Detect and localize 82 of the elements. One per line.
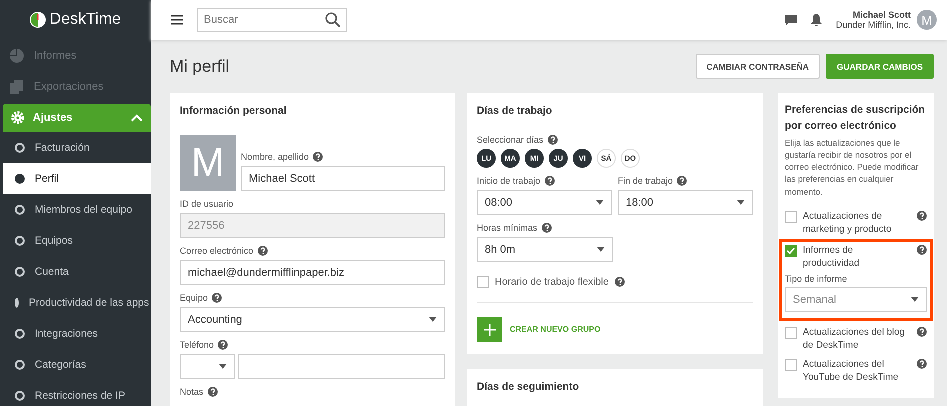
search-icon: [325, 12, 341, 28]
sidebar-item[interactable]: Miembros del equipo: [3, 194, 151, 225]
checkbox-label: Informes de productividad: [803, 244, 861, 270]
field-label: ID de usuario: [180, 199, 234, 209]
help-icon[interactable]: [313, 152, 324, 162]
field-label: Notas: [180, 387, 204, 397]
start-time-dropdown[interactable]: 08:00: [477, 190, 612, 215]
plus-icon: [484, 324, 496, 336]
clock-logo-icon: [30, 12, 46, 28]
help-icon[interactable]: [208, 387, 218, 397]
caret-icon: [219, 364, 227, 369]
caret-icon: [596, 200, 604, 205]
sidebar-item[interactable]: Productividad de las apps: [3, 287, 151, 318]
description-text: Elija las actualizaciones que le gustaría recibir de nosotros por el correo electrónico. Puede modificar las preferencias en cualquier momento.: [785, 136, 920, 198]
field-label: Inicio de trabajo: [477, 176, 541, 186]
sidebar-item[interactable]: Perfil: [3, 163, 151, 194]
gear-icon: [11, 111, 25, 125]
field-label: Equipo: [180, 293, 208, 303]
help-icon[interactable]: [917, 327, 927, 338]
checkbox[interactable]: [785, 244, 797, 257]
pie-chart-icon: [10, 48, 24, 62]
field-label: Correo electrónico: [180, 246, 254, 256]
end-time-dropdown[interactable]: 18:00: [618, 190, 753, 215]
sidebar-item[interactable]: Restricciones de IP: [3, 380, 151, 406]
name-field[interactable]: Michael Scott: [241, 166, 445, 191]
menu-icon[interactable]: [171, 15, 183, 25]
caret-icon: [737, 200, 745, 205]
user-id-field: 227556: [180, 213, 445, 238]
help-icon[interactable]: [218, 340, 228, 350]
field-label: Teléfono: [180, 340, 214, 350]
help-icon[interactable]: [917, 244, 927, 255]
report-type-dropdown[interactable]: Semanal: [785, 287, 927, 312]
search-field[interactable]: Buscar: [197, 8, 347, 32]
card-title: Días de trabajo: [477, 105, 554, 117]
caret-icon: [597, 247, 605, 252]
field-label: Horas mínimas: [477, 223, 538, 233]
help-icon[interactable]: [548, 135, 558, 145]
documents-icon: [10, 80, 24, 94]
chevron-icon: [131, 114, 143, 122]
bell-icon[interactable]: [811, 14, 822, 26]
checkbox[interactable]: [477, 276, 489, 288]
page-title: Mi perfil: [170, 56, 230, 76]
caret-icon: [911, 297, 919, 302]
add-button[interactable]: [477, 317, 502, 342]
sidebar-item[interactable]: Facturación: [3, 132, 151, 163]
checkbox[interactable]: [785, 358, 797, 371]
field-label: Nombre, apellido: [241, 152, 310, 162]
field-label: Tipo de informe: [785, 274, 848, 284]
card-title: Días de seguimiento: [477, 381, 580, 393]
brand-name: DeskTime: [50, 11, 122, 29]
checkbox-label: Actualizaciones de marketing y producto: [803, 211, 893, 237]
field-label: Seleccionar días: [477, 135, 544, 145]
help-icon[interactable]: [917, 211, 927, 222]
caret-icon: [429, 317, 437, 322]
email-field[interactable]: michael@dundermifflinpaper.biz: [180, 260, 445, 285]
team-dropdown[interactable]: Accounting: [180, 307, 445, 332]
min-hours-dropdown[interactable]: 8h 0m: [477, 237, 613, 262]
sidebar-item[interactable]: Categorías: [3, 349, 151, 380]
sidebar-item[interactable]: Equipos: [3, 225, 151, 256]
checkbox-label: Actualizaciones del blog de DeskTime: [803, 327, 906, 353]
checkbox[interactable]: [785, 327, 797, 340]
card-title: Información personal: [180, 105, 288, 117]
change-password-button[interactable]: CAMBIAR CONTRASEÑA: [696, 54, 820, 79]
chat-icon[interactable]: [785, 14, 798, 26]
help-icon[interactable]: [212, 293, 222, 303]
sidebar-item[interactable]: Integraciones: [3, 318, 151, 349]
checkbox[interactable]: [785, 211, 797, 224]
user-name: Michael Scott: [852, 10, 911, 20]
company-name: Dunder Mifflin, Inc.: [836, 20, 911, 30]
help-icon[interactable]: [677, 176, 688, 186]
help-icon[interactable]: [917, 358, 927, 369]
phone-field[interactable]: [238, 354, 445, 379]
checkbox-label: Horario de trabajo flexible: [495, 276, 609, 288]
field-label: Fin de trabajo: [618, 176, 674, 186]
avatar: M: [180, 135, 236, 191]
checkbox-label: Actualizaciones del YouTube de DeskTime: [803, 358, 900, 385]
help-icon[interactable]: [544, 176, 555, 186]
card-title: Preferencias de suscripción por correo electrónico: [785, 103, 926, 134]
help-icon[interactable]: [614, 277, 625, 287]
help-icon[interactable]: [542, 223, 552, 233]
sidebar-item[interactable]: Cuenta: [3, 256, 151, 287]
help-icon[interactable]: [258, 246, 268, 256]
